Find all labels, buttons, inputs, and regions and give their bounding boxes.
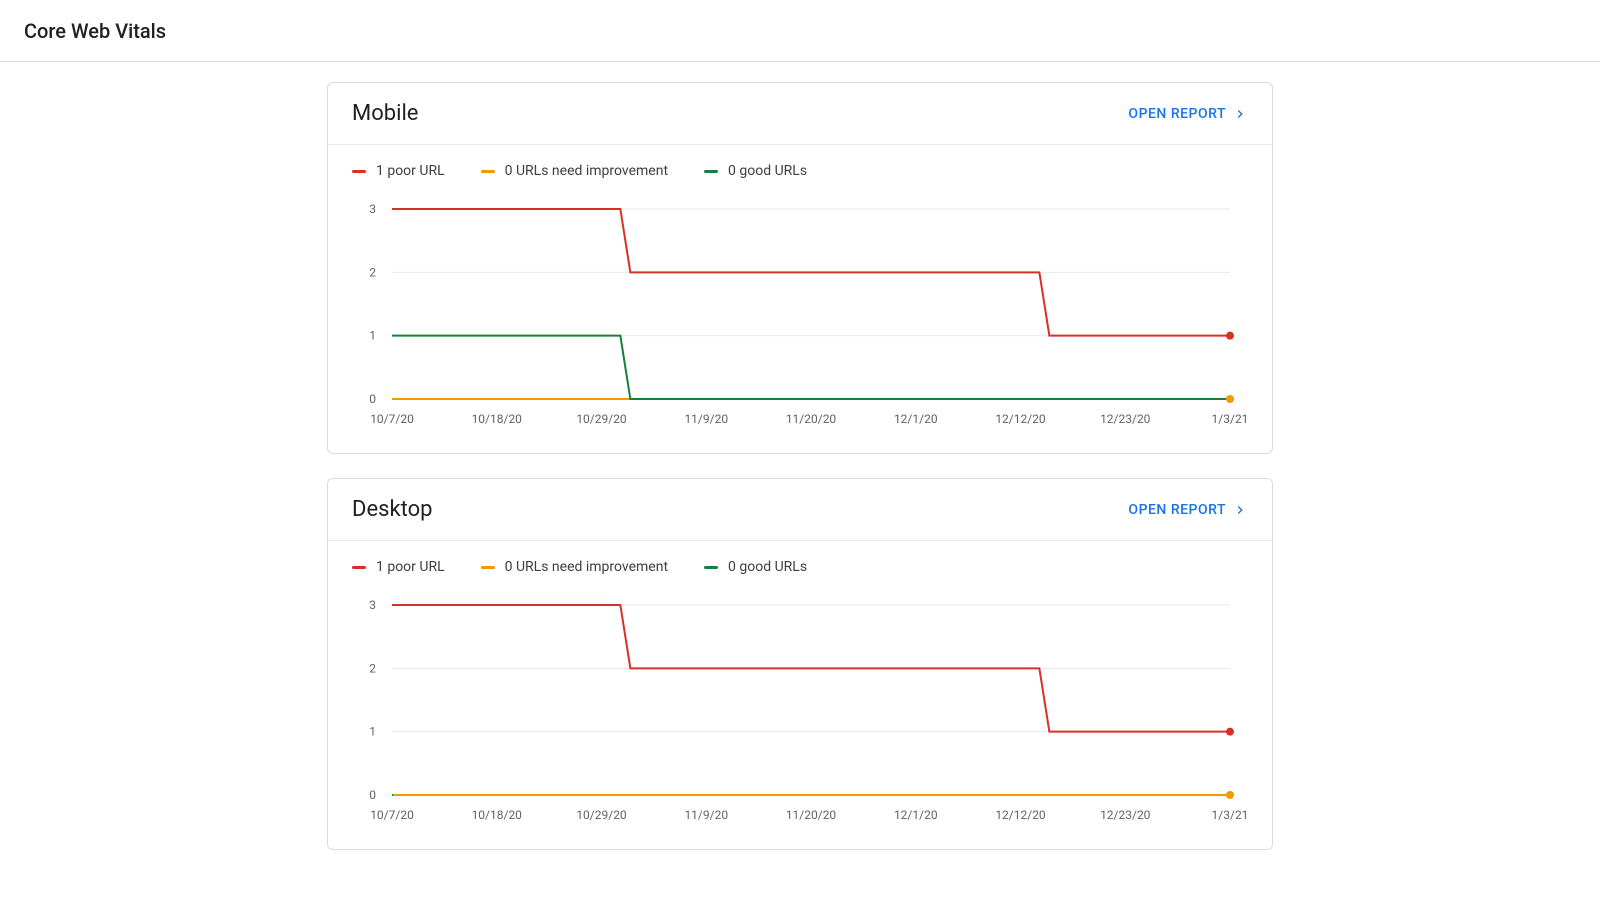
open-report-label: OPEN REPORT [1128, 502, 1226, 518]
chart-svg: 0 1 2 3 10/7/20 10/18/20 10/29/20 11/9/20 11/20/… [352, 199, 1250, 429]
xtick-label: 11/20/20 [786, 412, 837, 426]
legend-item-need: 0 URLs need improvement [481, 163, 668, 179]
xtick-label: 10/18/20 [472, 412, 523, 426]
card-header: Desktop OPEN REPORT [328, 479, 1272, 541]
legend-item-good: 0 good URLs [704, 559, 807, 575]
swatch-good [704, 170, 718, 173]
card-mobile: Mobile OPEN REPORT 1 poor URL 0 URLs nee… [327, 82, 1273, 454]
ytick-label: 2 [369, 661, 376, 675]
ytick-label: 1 [369, 329, 376, 343]
swatch-poor [352, 170, 366, 173]
swatch-need [481, 566, 495, 569]
open-report-button[interactable]: OPEN REPORT [1128, 106, 1248, 122]
ytick-label: 0 [369, 788, 376, 802]
ytick-label: 1 [369, 725, 376, 739]
open-report-label: OPEN REPORT [1128, 106, 1226, 122]
card-header: Mobile OPEN REPORT [328, 83, 1272, 145]
card-title: Mobile [352, 101, 418, 126]
end-point-marker [1226, 728, 1234, 736]
card-title: Desktop [352, 497, 433, 522]
legend-label-poor: 1 poor URL [376, 163, 445, 179]
ytick-label: 3 [369, 598, 376, 612]
xtick-label: 12/12/20 [995, 412, 1046, 426]
xtick-label: 10/29/20 [576, 808, 627, 822]
xtick-label: 10/18/20 [472, 808, 523, 822]
xtick-label: 12/1/20 [894, 808, 938, 822]
page-header: Core Web Vitals [0, 0, 1600, 62]
xtick-label: 10/7/20 [370, 808, 414, 822]
chart-container: 0 1 2 3 10/7/20 10/18/20 10/29/20 11/9/20 11/20/… [328, 587, 1272, 849]
xtick-label: 10/29/20 [576, 412, 627, 426]
legend-label-need: 0 URLs need improvement [505, 163, 668, 179]
xtick-label: 11/20/20 [786, 808, 837, 822]
chart-container: 0 1 2 3 10/7/20 10/18/20 10/29/20 11/9/20 11/20/… [328, 191, 1272, 453]
content-area: Mobile OPEN REPORT 1 poor URL 0 URLs nee… [0, 62, 1600, 890]
legend: 1 poor URL 0 URLs need improvement 0 goo… [328, 145, 1272, 191]
swatch-poor [352, 566, 366, 569]
series-good [392, 336, 1230, 399]
ytick-label: 0 [369, 392, 376, 406]
xtick-label: 1/3/21 [1212, 412, 1249, 426]
swatch-need [481, 170, 495, 173]
xtick-label: 12/23/20 [1100, 412, 1151, 426]
xtick-label: 12/23/20 [1100, 808, 1151, 822]
page-title: Core Web Vitals [24, 19, 166, 43]
open-report-button[interactable]: OPEN REPORT [1128, 502, 1248, 518]
chevron-right-icon [1232, 106, 1248, 122]
xtick-label: 12/12/20 [995, 808, 1046, 822]
xtick-label: 11/9/20 [684, 808, 728, 822]
xtick-label: 12/1/20 [894, 412, 938, 426]
chart-svg: 0 1 2 3 10/7/20 10/18/20 10/29/20 11/9/20 11/20/… [352, 595, 1250, 825]
legend-label-need: 0 URLs need improvement [505, 559, 668, 575]
chevron-right-icon [1232, 502, 1248, 518]
xtick-label: 11/9/20 [684, 412, 728, 426]
legend-item-poor: 1 poor URL [352, 163, 445, 179]
end-point-marker [1226, 395, 1234, 403]
end-point-marker [1226, 791, 1234, 799]
xtick-label: 1/3/21 [1212, 808, 1249, 822]
legend: 1 poor URL 0 URLs need improvement 0 goo… [328, 541, 1272, 587]
legend-label-good: 0 good URLs [728, 163, 807, 179]
legend-label-good: 0 good URLs [728, 559, 807, 575]
legend-item-need: 0 URLs need improvement [481, 559, 668, 575]
swatch-good [704, 566, 718, 569]
legend-label-poor: 1 poor URL [376, 559, 445, 575]
ytick-label: 3 [369, 202, 376, 216]
xtick-label: 10/7/20 [370, 412, 414, 426]
legend-item-good: 0 good URLs [704, 163, 807, 179]
card-desktop: Desktop OPEN REPORT 1 poor URL 0 URLs ne… [327, 478, 1273, 850]
ytick-label: 2 [369, 265, 376, 279]
legend-item-poor: 1 poor URL [352, 559, 445, 575]
end-point-marker [1226, 332, 1234, 340]
